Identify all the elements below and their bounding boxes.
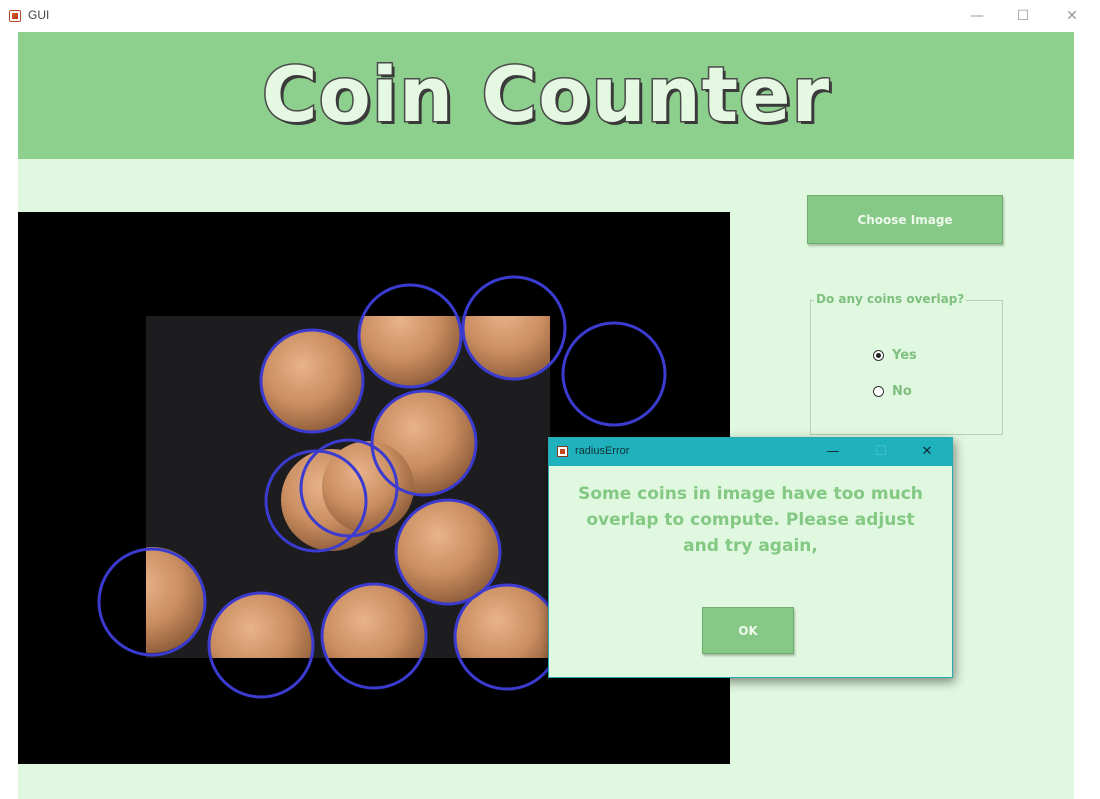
radio-label-no: No [892, 383, 912, 399]
radio-button-unchecked[interactable] [873, 385, 884, 397]
radius-error-dialog: radiusError — ☐ ✕ Some coins in image ha… [548, 437, 953, 678]
app-heading: Coin Counter [260, 49, 831, 141]
minimize-icon[interactable]: — [962, 4, 992, 28]
radio-no[interactable]: No [873, 382, 912, 400]
main-window: Coin Counter Choose Image Do any coins o… [0, 32, 1100, 799]
close-icon[interactable]: ✕ [1057, 4, 1087, 28]
header-banner: Coin Counter [18, 32, 1074, 159]
ok-button[interactable]: OK [702, 607, 794, 654]
app-panel: Coin Counter Choose Image Do any coins o… [18, 32, 1074, 799]
dialog-message-line: and try again, [683, 536, 818, 556]
radio-button-checked[interactable] [873, 349, 884, 361]
dialog-titlebar: radiusError — ☐ ✕ [549, 438, 952, 466]
app-icon [9, 10, 21, 22]
dialog-message: Some coins in image have too much overla… [549, 481, 952, 559]
maximize-icon[interactable]: ☐ [867, 440, 895, 464]
close-icon[interactable]: ✕ [913, 440, 941, 464]
radio-label-yes: Yes [892, 347, 917, 363]
window-title: GUI [28, 8, 50, 22]
radio-yes[interactable]: Yes [873, 346, 917, 364]
dialog-title: radiusError [575, 445, 630, 457]
overlap-group-title: Do any coins overlap? [814, 292, 967, 306]
overlap-group: Do any coins overlap? Yes No [810, 292, 1003, 435]
dialog-message-line: overlap to compute. Please adjust [586, 510, 915, 530]
window-titlebar: GUI — ☐ ✕ [0, 0, 1100, 33]
minimize-icon[interactable]: — [819, 440, 847, 464]
maximize-icon[interactable]: ☐ [1008, 4, 1038, 28]
dialog-message-line: Some coins in image have too much [578, 484, 923, 504]
choose-image-button[interactable]: Choose Image [807, 195, 1003, 244]
app-icon [557, 446, 568, 457]
